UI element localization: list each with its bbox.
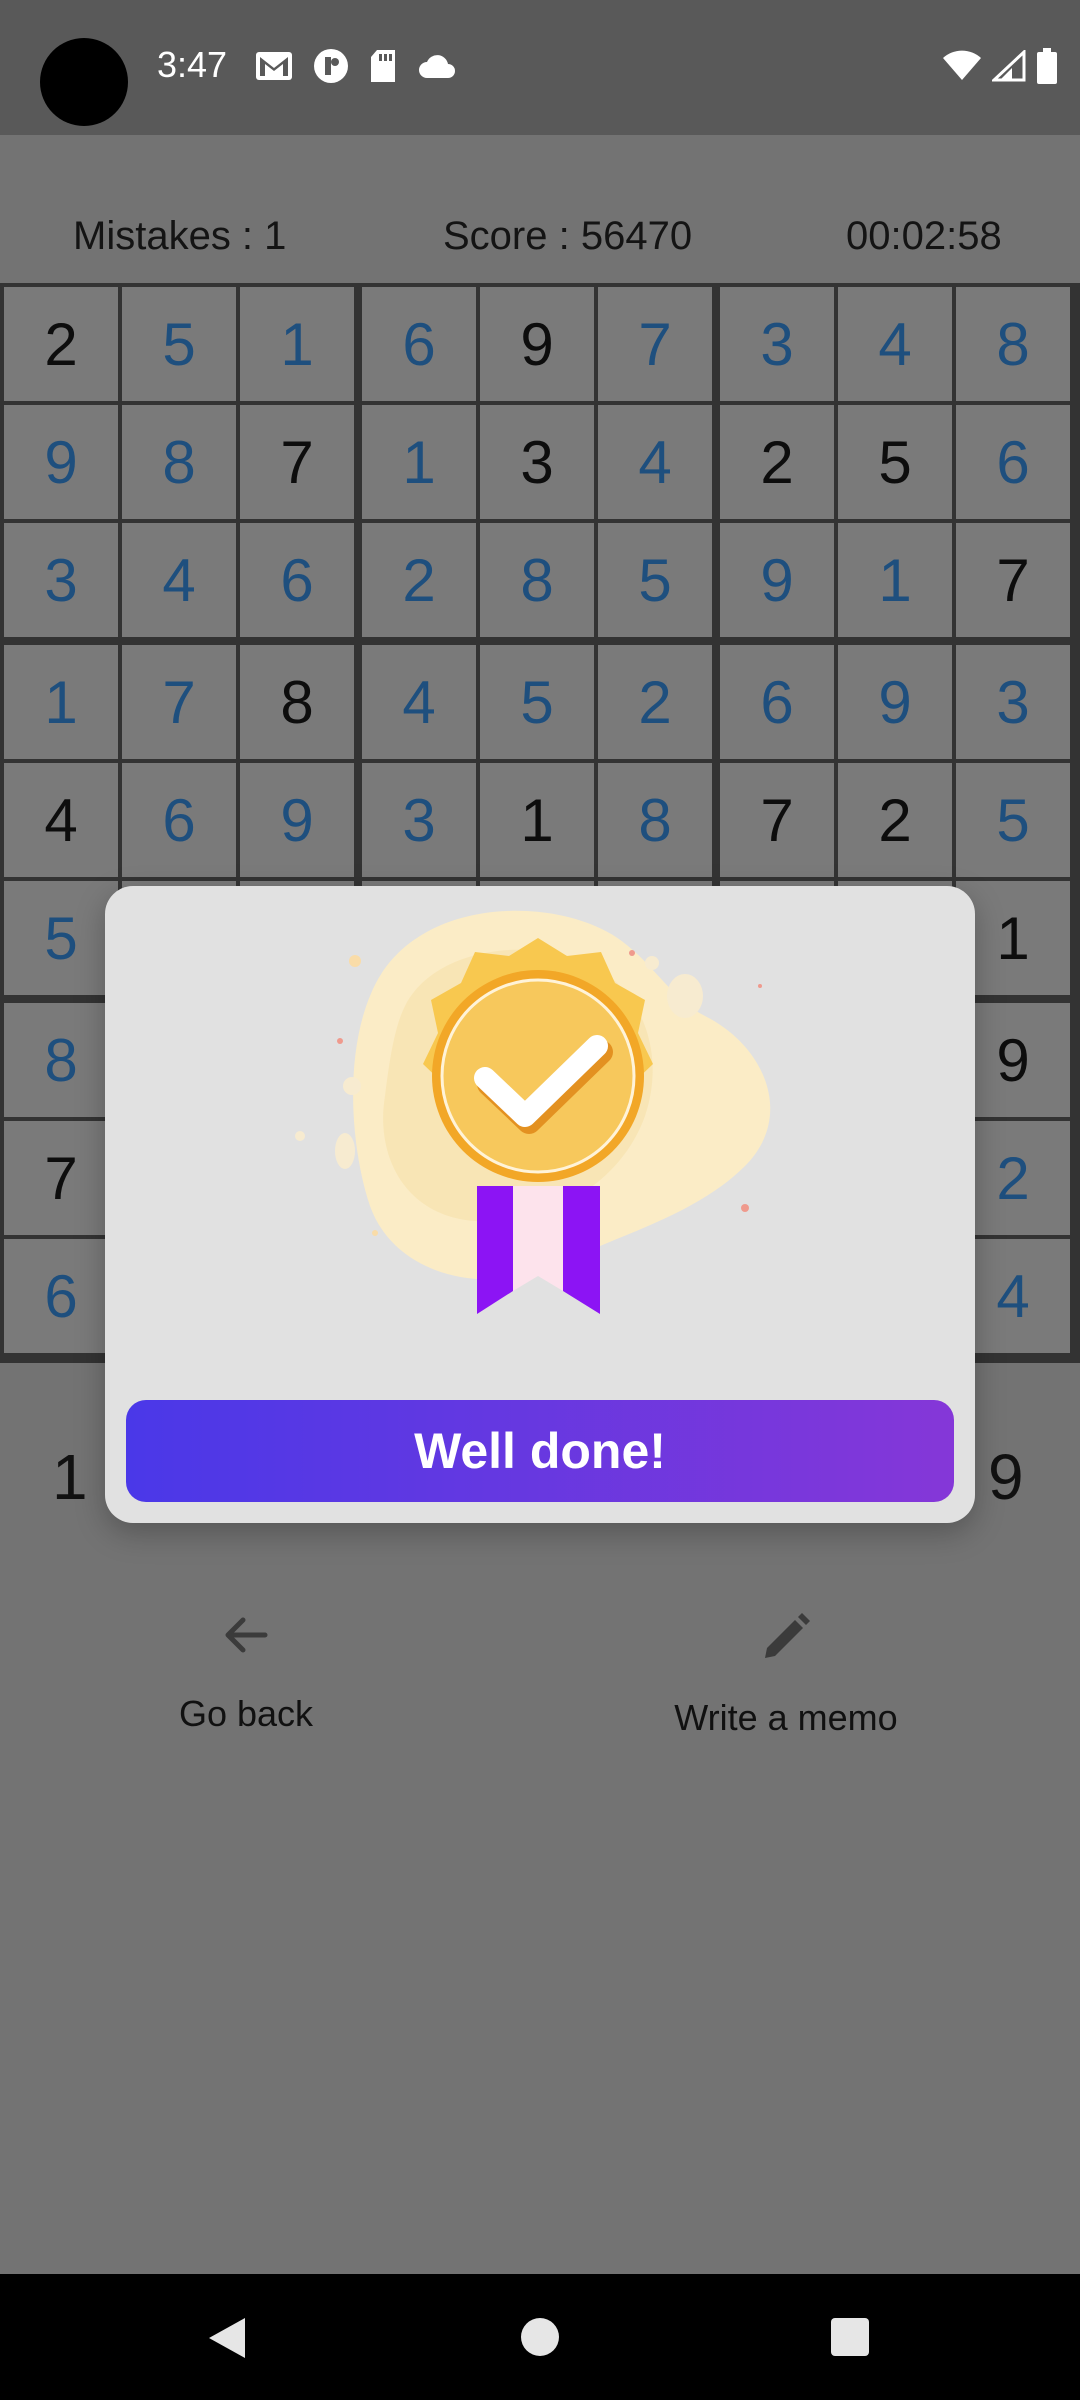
sudoku-cell[interactable]: 1 [480,763,594,877]
sudoku-cell[interactable]: 4 [838,287,952,401]
score-display: Score : 56470 [443,214,693,258]
battery-icon [1037,48,1057,84]
numpad-key-9[interactable]: 9 [988,1440,1024,1514]
sudoku-cell[interactable]: 4 [4,763,118,877]
back-nav-icon[interactable] [205,2314,249,2362]
award-badge-checkmark-icon [295,910,771,1314]
numpad-key-1[interactable]: 1 [52,1440,88,1514]
sudoku-cell[interactable]: 5 [480,645,594,759]
sudoku-cell[interactable]: 2 [838,763,952,877]
sudoku-cell[interactable]: 7 [4,1121,118,1235]
go-back-button[interactable]: Go back [96,1610,396,1735]
sudoku-cell[interactable]: 8 [4,1003,118,1117]
notification-icons [255,48,457,84]
sudoku-cell[interactable]: 3 [4,523,118,637]
gmail-icon [256,52,292,80]
sudoku-cell[interactable]: 3 [362,763,476,877]
sd-card-icon [371,50,395,82]
sudoku-cell[interactable]: 5 [598,523,712,637]
sudoku-cell[interactable]: 1 [4,645,118,759]
sudoku-cell[interactable]: 8 [240,645,354,759]
write-memo-label: Write a memo [674,1697,898,1738]
navigation-bar [0,2274,1080,2400]
sudoku-cell[interactable]: 5 [838,405,952,519]
sudoku-cell[interactable]: 8 [480,523,594,637]
pencil-icon [765,1613,810,1658]
camera-cutout [40,38,128,126]
sudoku-cell[interactable]: 1 [362,405,476,519]
sudoku-cell[interactable]: 3 [720,287,834,401]
cat-icon [314,49,348,83]
sudoku-cell[interactable]: 2 [598,645,712,759]
sudoku-cell[interactable]: 7 [240,405,354,519]
sudoku-cell[interactable]: 6 [362,287,476,401]
sudoku-cell[interactable]: 7 [956,523,1070,637]
sudoku-cell[interactable]: 2 [720,405,834,519]
sudoku-cell[interactable]: 7 [122,645,236,759]
sudoku-cell[interactable]: 3 [956,645,1070,759]
sudoku-cell[interactable]: 8 [598,763,712,877]
wifi-icon [943,50,981,80]
write-memo-button[interactable]: Write a memo [636,1610,936,1739]
sudoku-cell[interactable]: 6 [956,405,1070,519]
sudoku-cell[interactable]: 4 [122,523,236,637]
sudoku-cell[interactable]: 2 [4,287,118,401]
sudoku-cell[interactable]: 9 [720,523,834,637]
sudoku-cell[interactable]: 7 [598,287,712,401]
sudoku-cell[interactable]: 6 [720,645,834,759]
sudoku-cell[interactable]: 4 [598,405,712,519]
recents-nav-icon[interactable] [830,2317,870,2357]
game-stats: Mistakes : 1 Score : 56470 00:02:58 [0,214,1080,264]
arrow-left-icon [225,1617,268,1653]
sudoku-cell[interactable]: 9 [480,287,594,401]
sudoku-cell[interactable]: 7 [720,763,834,877]
sudoku-cell[interactable]: 6 [4,1239,118,1353]
sudoku-cell[interactable]: 3 [480,405,594,519]
completion-dialog: Well done! [105,886,975,1523]
sudoku-cell[interactable]: 8 [122,405,236,519]
sudoku-cell[interactable]: 1 [240,287,354,401]
sudoku-cell[interactable]: 6 [122,763,236,877]
status-time: 3:47 [157,44,228,85]
sudoku-cell[interactable]: 2 [362,523,476,637]
well-done-button[interactable]: Well done! [126,1400,954,1502]
sudoku-cell[interactable]: 5 [122,287,236,401]
go-back-label: Go back [178,1693,314,1734]
sudoku-cell[interactable]: 6 [240,523,354,637]
sudoku-cell[interactable]: 5 [956,763,1070,877]
signal-icon [992,50,1026,82]
sudoku-cell[interactable]: 8 [956,287,1070,401]
sudoku-cell[interactable]: 1 [838,523,952,637]
sudoku-cell[interactable]: 5 [4,881,118,995]
status-bar: 3:47 [0,0,1080,135]
home-nav-icon[interactable] [520,2317,560,2357]
sudoku-cell[interactable]: 9 [240,763,354,877]
game-timer: 00:02:58 [846,214,1002,258]
sudoku-cell[interactable]: 4 [362,645,476,759]
sudoku-cell[interactable]: 9 [838,645,952,759]
mistakes-counter: Mistakes : 1 [73,214,287,258]
sudoku-cell[interactable]: 9 [4,405,118,519]
cloud-icon [419,55,455,78]
system-icons [942,48,1058,84]
